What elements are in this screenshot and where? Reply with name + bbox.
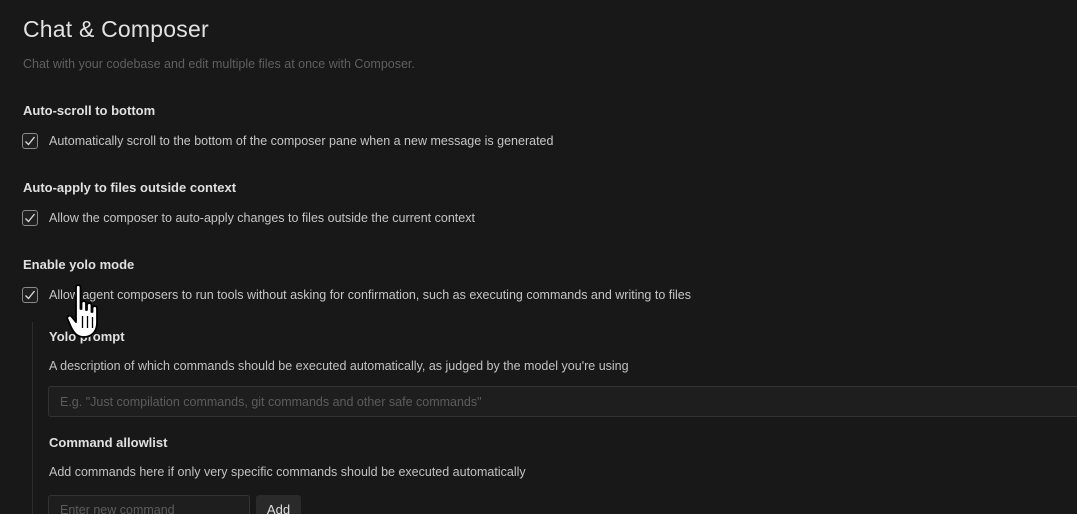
check-icon: [25, 290, 36, 300]
command-input[interactable]: [48, 495, 250, 514]
section-title: Chat & Composer: [23, 16, 209, 42]
auto-scroll-description: Automatically scroll to the bottom of th…: [49, 134, 554, 148]
yolo-prompt-input[interactable]: [48, 386, 1077, 417]
check-icon: [25, 213, 36, 223]
add-command-button[interactable]: Add: [256, 495, 301, 514]
command-allowlist-description: Add commands here if only very specific …: [49, 465, 526, 479]
command-allowlist-label: Command allowlist: [49, 435, 168, 450]
auto-apply-label: Auto-apply to files outside context: [23, 180, 237, 195]
yolo-mode-label: Enable yolo mode: [23, 257, 135, 272]
section-subtitle: Chat with your codebase and edit multipl…: [23, 57, 415, 71]
yolo-prompt-label: Yolo prompt: [49, 329, 125, 344]
auto-apply-description: Allow the composer to auto-apply changes…: [49, 211, 475, 225]
auto-scroll-label: Auto-scroll to bottom: [23, 103, 156, 118]
sub-settings-guide: [32, 322, 33, 514]
yolo-mode-row: Allow agent composers to run tools witho…: [22, 285, 691, 305]
auto-apply-row: Allow the composer to auto-apply changes…: [22, 208, 475, 228]
auto-apply-checkbox[interactable]: [22, 210, 38, 226]
settings-page: Chat & Composer Chat with your codebase …: [0, 0, 1077, 514]
auto-scroll-row: Automatically scroll to the bottom of th…: [22, 131, 553, 151]
yolo-mode-checkbox[interactable]: [22, 287, 38, 303]
check-icon: [25, 136, 36, 146]
yolo-prompt-description: A description of which commands should b…: [49, 359, 629, 373]
yolo-mode-description: Allow agent composers to run tools witho…: [49, 288, 691, 302]
auto-scroll-checkbox[interactable]: [22, 133, 38, 149]
